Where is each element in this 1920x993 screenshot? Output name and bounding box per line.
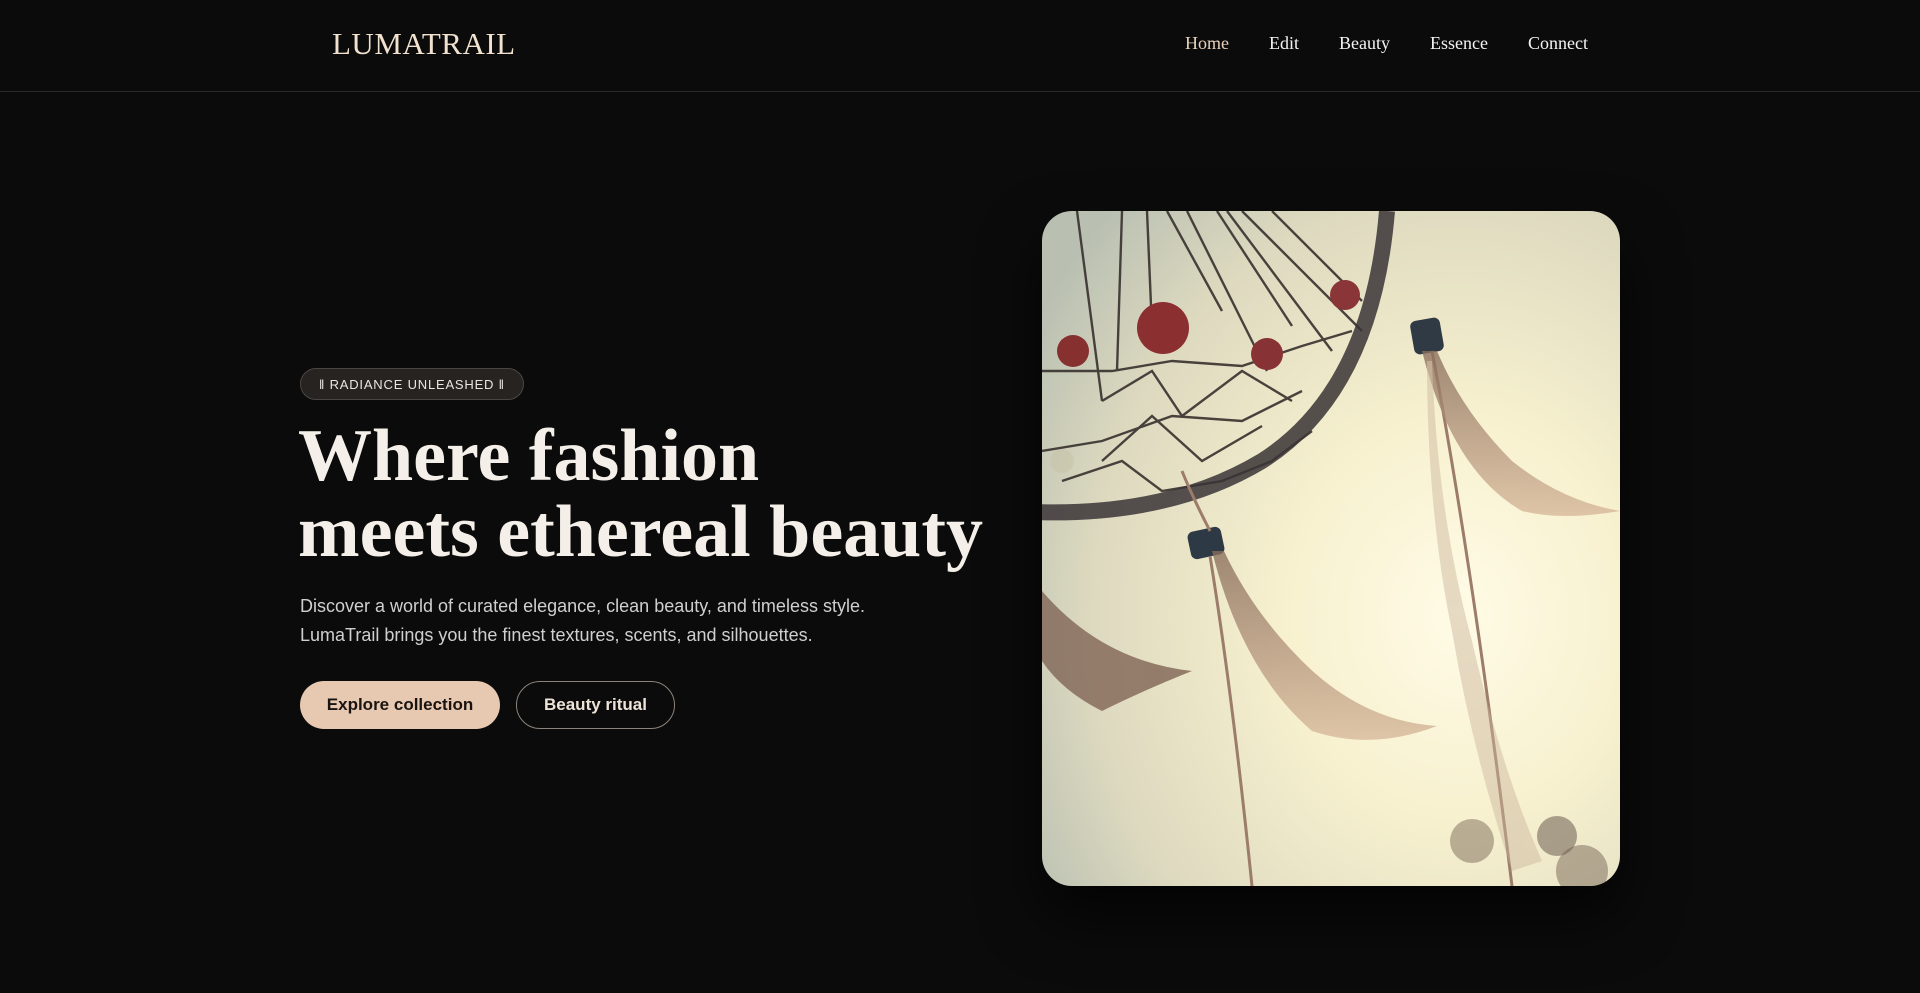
logo[interactable]: LUMATRAIL [332,26,516,62]
description-line-2: LumaTrail brings you the finest textures… [300,625,813,645]
headline-line-2: meets ethereal beauty [298,491,983,573]
description-line-1: Discover a world of curated elegance, cl… [300,596,865,616]
hero-image-dreamcatcher [1042,211,1620,886]
hero-headline: Where fashion meets ethereal beauty [298,418,998,570]
nav-beauty[interactable]: Beauty [1339,33,1390,54]
nav-home[interactable]: Home [1185,33,1229,54]
dreamcatcher-illustration [1042,211,1620,886]
main-nav: Home Edit Beauty Essence Connect [1185,33,1588,54]
explore-collection-button[interactable]: Explore collection [300,681,500,729]
nav-connect[interactable]: Connect [1528,33,1588,54]
hero-badge: ‖ RADIANCE UNLEASHED ‖ [300,368,524,400]
beauty-ritual-button[interactable]: Beauty ritual [516,681,675,729]
hero-description: Discover a world of curated elegance, cl… [300,592,940,650]
headline-line-1: Where fashion [298,415,760,497]
nav-essence[interactable]: Essence [1430,33,1488,54]
nav-edit[interactable]: Edit [1269,33,1299,54]
site-header: LUMATRAIL Home Edit Beauty Essence Conne… [0,0,1920,92]
